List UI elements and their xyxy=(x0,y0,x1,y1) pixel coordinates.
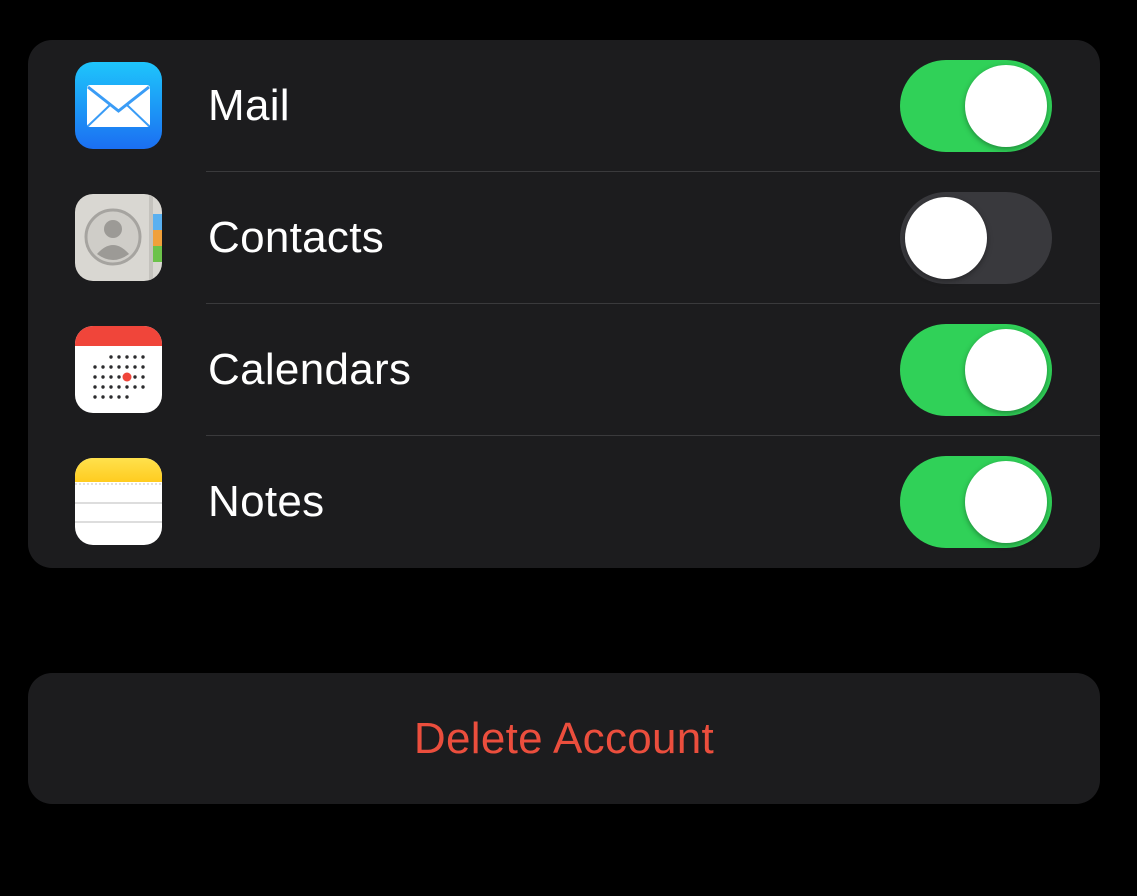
app-row-calendars: Calendars xyxy=(28,304,1100,436)
calendars-toggle-switch[interactable] xyxy=(900,324,1052,416)
app-label-mail: Mail xyxy=(208,81,290,130)
toggle-knob xyxy=(965,65,1047,147)
calendar-app-icon xyxy=(75,326,162,413)
app-label-contacts: Contacts xyxy=(208,213,385,262)
mail-toggle-switch[interactable] xyxy=(900,60,1052,152)
mail-app-icon xyxy=(75,62,162,149)
app-row-mail: Mail xyxy=(28,40,1100,172)
app-label-calendars: Calendars xyxy=(208,345,412,394)
contacts-toggle-switch[interactable] xyxy=(900,192,1052,284)
notes-toggle-switch[interactable] xyxy=(900,456,1052,548)
account-apps-group: Mail Contacts Calendars Notes xyxy=(28,40,1100,568)
delete-account-button[interactable]: Delete Account xyxy=(28,673,1100,804)
contacts-app-icon xyxy=(75,194,162,281)
app-label-notes: Notes xyxy=(208,477,325,526)
app-row-notes: Notes xyxy=(28,436,1100,568)
notes-app-icon xyxy=(75,458,162,545)
app-row-contacts: Contacts xyxy=(28,172,1100,304)
toggle-knob xyxy=(905,197,987,279)
toggle-knob xyxy=(965,461,1047,543)
toggle-knob xyxy=(965,329,1047,411)
